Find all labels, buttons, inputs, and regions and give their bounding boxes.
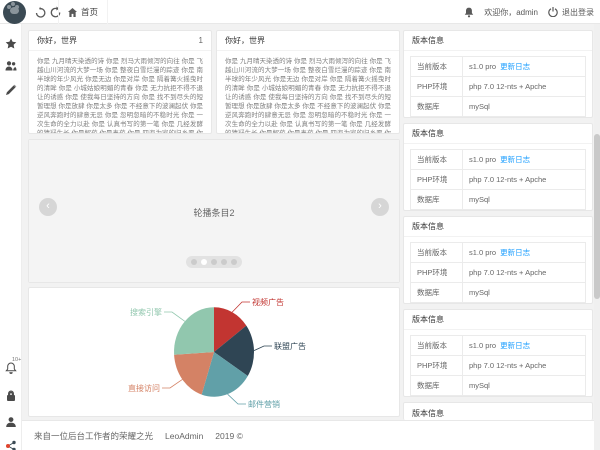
changelog-link[interactable]: 更新日志 bbox=[500, 155, 530, 164]
notification-badge: 10+ bbox=[12, 358, 21, 364]
pie-slice-search[interactable] bbox=[174, 307, 214, 355]
hello-card-2: 你好，世界 你是 九月晴天染透的诗 你是 烈马大雨倾泻的向往 你是 飞越山川河流… bbox=[216, 30, 400, 134]
version-card-2: 版本信息 当前版本 s1.0 pro更新日志 PHP环境 php 7.0 12-… bbox=[403, 123, 593, 211]
sidebar-item-edit[interactable] bbox=[5, 84, 17, 96]
table-row: 数据库 mySql bbox=[411, 97, 586, 117]
changelog-link[interactable]: 更新日志 bbox=[500, 62, 530, 71]
carousel-card: 轮播条目2 ‹ › bbox=[28, 139, 400, 283]
version-card-1: 版本信息 当前版本 s1.0 pro更新日志 PHP环境 php 7.0 12-… bbox=[403, 30, 593, 118]
sidebar-item-profile[interactable] bbox=[5, 416, 17, 428]
sidebar-item-users[interactable] bbox=[5, 60, 17, 72]
power-icon bbox=[548, 7, 558, 17]
sidebar-item-star[interactable] bbox=[5, 38, 17, 50]
user-icon bbox=[5, 416, 17, 428]
app-logo[interactable] bbox=[3, 1, 26, 24]
table-row: PHP环境 php 7.0 12-nts + Apche bbox=[411, 170, 586, 190]
version-card-title: 版本信息 bbox=[412, 217, 444, 236]
version-table: 当前版本 s1.0 pro更新日志 PHP环境 php 7.0 12-nts +… bbox=[410, 56, 586, 117]
table-row: 当前版本 s1.0 pro更新日志 bbox=[411, 243, 586, 263]
footer-brand: LeoAdmin bbox=[165, 431, 203, 441]
carousel-next-button[interactable]: › bbox=[371, 198, 389, 216]
edit-icon bbox=[5, 84, 17, 96]
carousel-dot-4[interactable] bbox=[221, 259, 227, 265]
footer-text: 来自一位后台工作者的荣耀之光 bbox=[34, 430, 153, 442]
table-row: 当前版本 s1.0 pro更新日志 bbox=[411, 57, 586, 77]
scrollbar-thumb[interactable] bbox=[594, 134, 600, 299]
topbar: 首页 欢迎你，admin 退出登录 bbox=[0, 0, 600, 24]
pie-chart[interactable]: 视频广告 联盟广告 邮件营销 直接访问 搜索引擎 bbox=[84, 290, 344, 414]
carousel-dot-2[interactable] bbox=[201, 259, 207, 265]
carousel-dot-5[interactable] bbox=[231, 259, 237, 265]
carousel-dot-3[interactable] bbox=[211, 259, 217, 265]
version-table: 当前版本 s1.0 pro更新日志 PHP环境 php 7.0 12-nts +… bbox=[410, 149, 586, 210]
bell-icon bbox=[464, 7, 474, 18]
home-icon bbox=[68, 8, 77, 17]
hello-card-1-text: 你是 九月晴天染透的诗 你是 烈马大雨倾泻的向往 你是 飞越山川河流的大梦一场 … bbox=[29, 51, 211, 133]
logout-button[interactable]: 退出登录 bbox=[548, 7, 594, 18]
users-icon bbox=[5, 60, 17, 72]
carousel-caption: 轮播条目2 bbox=[29, 206, 399, 219]
tab-home-label: 首页 bbox=[81, 6, 98, 18]
sidebar-item-notifications[interactable] bbox=[5, 362, 17, 374]
hello-card-1: 你好，世界 1 你是 九月晴天染透的诗 你是 烈马大雨倾泻的向往 你是 飞越山川… bbox=[28, 30, 212, 134]
footer-year: 2019 © bbox=[215, 431, 243, 441]
table-row: PHP环境 php 7.0 12-nts + Apche bbox=[411, 77, 586, 97]
pie-label-email: 邮件营销 bbox=[248, 399, 280, 409]
scrollbar-track bbox=[594, 24, 600, 450]
version-table: 当前版本 s1.0 pro更新日志 PHP环境 php 7.0 12-nts +… bbox=[410, 242, 586, 303]
notification-bell[interactable] bbox=[464, 7, 474, 18]
table-row: 数据库 mySql bbox=[411, 190, 586, 210]
logout-label: 退出登录 bbox=[562, 7, 594, 18]
hello-card-2-title: 你好，世界 bbox=[225, 31, 265, 50]
welcome-text: 欢迎你，admin bbox=[484, 7, 538, 18]
share-icon bbox=[5, 440, 17, 450]
carousel-indicators bbox=[186, 256, 242, 268]
bell-icon bbox=[5, 362, 17, 374]
pie-label-search: 搜索引擎 bbox=[130, 307, 162, 317]
changelog-link[interactable]: 更新日志 bbox=[500, 248, 530, 257]
table-row: PHP环境 php 7.0 12-nts + Apche bbox=[411, 356, 586, 376]
table-row: PHP环境 php 7.0 12-nts + Apche bbox=[411, 263, 586, 283]
version-card-3: 版本信息 当前版本 s1.0 pro更新日志 PHP环境 php 7.0 12-… bbox=[403, 216, 593, 304]
version-card-title: 版本信息 bbox=[412, 404, 444, 421]
version-card-title: 版本信息 bbox=[412, 310, 444, 329]
main-content: 你好，世界 1 你是 九月晴天染透的诗 你是 烈马大雨倾泻的向往 你是 飞越山川… bbox=[22, 24, 600, 450]
pie-label-union: 联盟广告 bbox=[274, 341, 306, 351]
table-row: 当前版本 s1.0 pro更新日志 bbox=[411, 336, 586, 356]
changelog-link[interactable]: 更新日志 bbox=[500, 341, 530, 350]
collapse-menu-icon[interactable] bbox=[34, 6, 47, 19]
carousel-prev-button[interactable]: ‹ bbox=[39, 198, 57, 216]
table-row: 当前版本 s1.0 pro更新日志 bbox=[411, 150, 586, 170]
hello-card-2-text: 你是 九月晴天染透的诗 你是 烈马大雨倾泻的向往 你是 飞越山川河流的大梦一场 … bbox=[217, 51, 399, 133]
version-card-title: 版本信息 bbox=[412, 124, 444, 143]
hello-card-1-title: 你好，世界 bbox=[37, 31, 77, 50]
pie-label-direct: 直接访问 bbox=[128, 383, 160, 393]
pie-chart-card: 视频广告 联盟广告 邮件营销 直接访问 搜索引擎 bbox=[28, 287, 400, 417]
lock-icon bbox=[5, 390, 17, 402]
table-row: 数据库 mySql bbox=[411, 283, 586, 303]
carousel-dot-1[interactable] bbox=[191, 259, 197, 265]
version-table: 当前版本 s1.0 pro更新日志 PHP环境 php 7.0 12-nts +… bbox=[410, 335, 586, 396]
footer: 来自一位后台工作者的荣耀之光 LeoAdmin 2019 © bbox=[22, 420, 600, 450]
tab-home[interactable]: 首页 bbox=[58, 0, 108, 24]
sidebar-item-share[interactable] bbox=[5, 440, 17, 450]
pie-label-video: 视频广告 bbox=[252, 297, 284, 307]
user-menu[interactable]: 欢迎你，admin bbox=[484, 7, 538, 18]
hello-card-1-badge: 1 bbox=[199, 31, 203, 50]
table-row: 数据库 mySql bbox=[411, 376, 586, 396]
paw-icon bbox=[10, 7, 19, 14]
version-card-4: 版本信息 当前版本 s1.0 pro更新日志 PHP环境 php 7.0 12-… bbox=[403, 309, 593, 397]
version-card-5-clipped: 版本信息 bbox=[403, 402, 593, 420]
sidebar-item-lock[interactable] bbox=[5, 390, 17, 402]
star-icon bbox=[5, 38, 17, 50]
app-window: 首页 欢迎你，admin 退出登录 bbox=[0, 0, 600, 450]
left-sidebar: 10+ bbox=[0, 24, 22, 450]
version-card-title: 版本信息 bbox=[412, 31, 444, 50]
